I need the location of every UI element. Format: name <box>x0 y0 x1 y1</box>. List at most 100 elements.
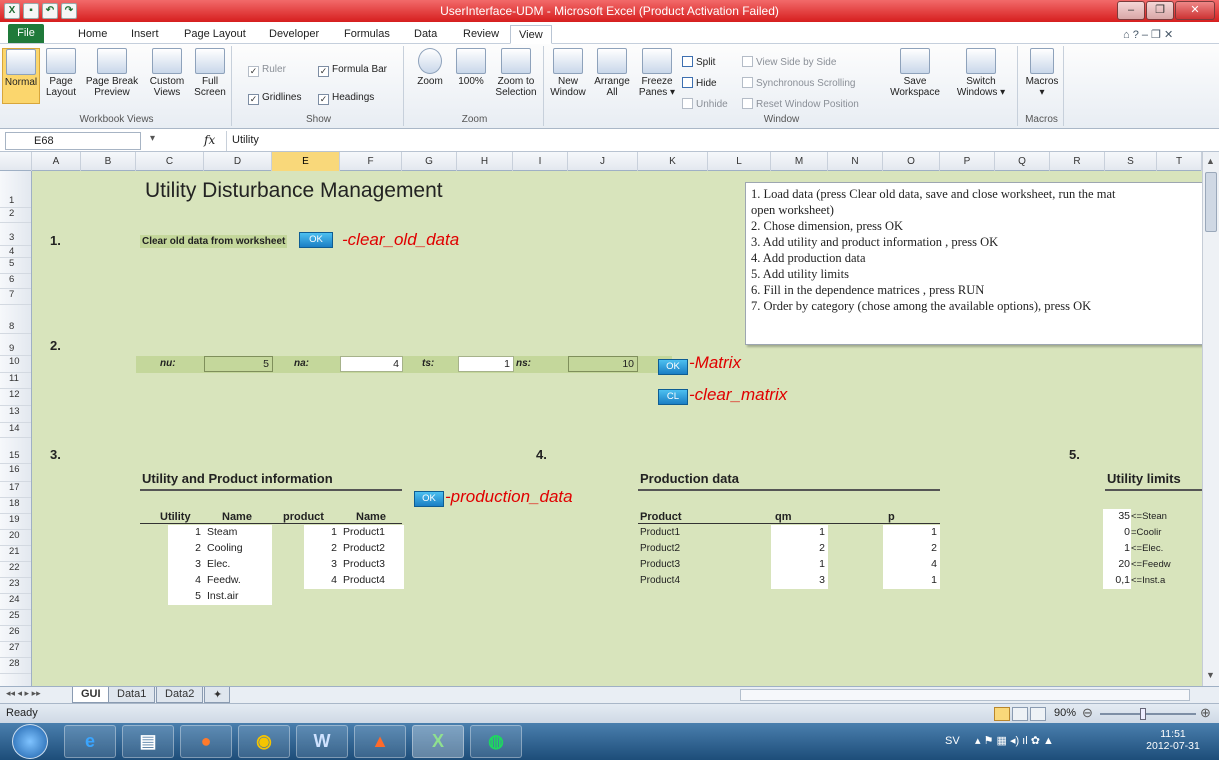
zoom-to-selection-button[interactable]: Zoom to Selection <box>492 48 540 98</box>
production-qm[interactable]: 2 <box>771 541 828 557</box>
excel-taskbar-icon[interactable]: X <box>412 725 464 758</box>
product-number[interactable]: 2 <box>304 541 340 557</box>
production-qm[interactable]: 3 <box>771 573 828 589</box>
scroll-up-icon[interactable]: ▲ <box>1206 156 1215 166</box>
zoom-out-icon[interactable]: ⊖ <box>1082 705 1093 721</box>
utility-name[interactable]: Elec. <box>204 557 272 573</box>
row-header[interactable]: 22 <box>0 562 31 578</box>
column-header[interactable]: Q <box>995 152 1050 171</box>
row-header[interactable]: 17 <box>0 482 31 498</box>
row-header[interactable]: 28 <box>0 658 31 674</box>
clear-matrix-button[interactable]: CL <box>658 389 688 405</box>
media-player-icon[interactable]: ● <box>180 725 232 758</box>
row-header[interactable]: 14 <box>0 423 31 438</box>
row-header[interactable]: 3 <box>0 223 31 246</box>
product-name[interactable]: Product4 <box>340 573 404 589</box>
start-button-icon[interactable] <box>12 724 48 759</box>
param-input-ts[interactable]: 1 <box>458 356 514 372</box>
tab-file[interactable]: File <box>8 24 44 43</box>
row-header[interactable]: 12 <box>0 389 31 406</box>
ie-icon[interactable]: e <box>64 725 116 758</box>
zoom-in-icon[interactable]: ⊕ <box>1200 705 1211 721</box>
row-header[interactable]: 15 <box>0 438 31 464</box>
column-header[interactable]: J <box>568 152 638 171</box>
tray-icons[interactable]: ▴ ⚑ ▦ ◂) ıl ✿ ▲ <box>975 734 1054 747</box>
page-break-status-icon[interactable] <box>1030 707 1046 721</box>
production-qm[interactable]: 1 <box>771 557 828 573</box>
vertical-scrollbar[interactable]: ▲ ▼ <box>1202 152 1219 686</box>
row-header[interactable]: 25 <box>0 610 31 626</box>
product-name[interactable]: Product3 <box>340 557 404 573</box>
column-header[interactable]: N <box>828 152 883 171</box>
utility-number[interactable]: 1 <box>168 525 204 541</box>
column-header[interactable]: M <box>771 152 828 171</box>
column-header[interactable]: T <box>1157 152 1202 171</box>
product-number[interactable]: 4 <box>304 573 340 589</box>
spotify-icon[interactable]: ◍ <box>470 725 522 758</box>
product-name[interactable]: Product1 <box>340 525 404 541</box>
explorer-icon[interactable]: ▤ <box>122 725 174 758</box>
tab-developer[interactable]: Developer <box>261 25 327 44</box>
utility-number[interactable]: 3 <box>168 557 204 573</box>
column-header[interactable]: H <box>457 152 513 171</box>
utility-number[interactable]: 4 <box>168 573 204 589</box>
insert-function-icon[interactable]: fx <box>204 133 215 147</box>
production-p[interactable]: 4 <box>883 557 940 573</box>
minimize-button[interactable]: – <box>1117 1 1145 20</box>
column-header[interactable]: F <box>340 152 402 171</box>
column-header[interactable]: R <box>1050 152 1105 171</box>
row-header[interactable]: 7 <box>0 289 31 305</box>
instructions-textbox[interactable]: 1. Load data (press Clear old data, save… <box>745 182 1202 345</box>
production-p[interactable]: 1 <box>883 525 940 541</box>
column-header[interactable]: S <box>1105 152 1157 171</box>
row-header[interactable]: 21 <box>0 546 31 562</box>
matlab-icon[interactable]: ▲ <box>354 725 406 758</box>
row-header[interactable]: 1 <box>0 171 31 208</box>
tab-formulas[interactable]: Formulas <box>336 25 398 44</box>
tab-view[interactable]: View <box>510 25 552 44</box>
column-header[interactable]: C <box>136 152 204 171</box>
limit-value[interactable]: 0,1 <box>1103 573 1131 589</box>
formula-bar-checkbox[interactable]: ✓ Formula Bar <box>318 64 387 77</box>
column-header[interactable]: A <box>32 152 81 171</box>
tab-insert[interactable]: Insert <box>123 25 167 44</box>
select-all-corner[interactable] <box>0 152 32 171</box>
clear-old-ok-button[interactable]: OK <box>299 232 333 248</box>
close-button[interactable]: ✕ <box>1175 1 1215 20</box>
production-p[interactable]: 1 <box>883 573 940 589</box>
column-header[interactable]: I <box>513 152 568 171</box>
param-input-nu[interactable]: 5 <box>204 356 273 372</box>
production-qm[interactable]: 1 <box>771 525 828 541</box>
zoom-100-button[interactable]: 100% <box>452 48 490 87</box>
row-header[interactable]: 2 <box>0 208 31 223</box>
gridlines-checkbox[interactable]: ✓ Gridlines <box>248 92 301 105</box>
product-name[interactable]: Product2 <box>340 541 404 557</box>
new-window-button[interactable]: New Window <box>548 48 588 98</box>
scroll-down-icon[interactable]: ▼ <box>1206 670 1215 680</box>
name-box-dropdown-icon[interactable]: ▾ <box>150 133 155 144</box>
utility-name[interactable]: Feedw. <box>204 573 272 589</box>
insert-sheet-icon[interactable]: ✦ <box>204 687 230 703</box>
column-header[interactable]: O <box>883 152 940 171</box>
zoom-slider-thumb[interactable] <box>1140 708 1146 720</box>
sync-scrolling-button[interactable]: Synchronous Scrolling <box>742 77 856 89</box>
arrange-all-button[interactable]: Arrange All <box>590 48 634 98</box>
row-header[interactable]: 9 <box>0 334 31 356</box>
full-screen-button[interactable]: Full Screen <box>190 48 230 98</box>
utility-number[interactable]: 5 <box>168 589 204 605</box>
utility-name[interactable]: Inst.air <box>204 589 272 605</box>
param-input-ns[interactable]: 10 <box>568 356 638 372</box>
custom-views-button[interactable]: Custom Views <box>147 48 187 98</box>
sheet-tab-data1[interactable]: Data1 <box>108 687 156 703</box>
name-box[interactable]: E68 <box>5 132 141 150</box>
sheet-tab-data2[interactable]: Data2 <box>156 687 204 703</box>
zoom-button[interactable]: Zoom <box>410 48 450 87</box>
utility-name[interactable]: Steam <box>204 525 272 541</box>
zoom-level[interactable]: 90% <box>1054 707 1076 719</box>
switch-windows-button[interactable]: Switch Windows ▾ <box>950 48 1012 98</box>
production-p[interactable]: 2 <box>883 541 940 557</box>
limit-value[interactable]: 1 <box>1103 541 1131 557</box>
scroll-thumb[interactable] <box>1205 172 1217 232</box>
ruler-checkbox[interactable]: ✓ Ruler <box>248 64 286 77</box>
headings-checkbox[interactable]: ✓ Headings <box>318 92 374 105</box>
